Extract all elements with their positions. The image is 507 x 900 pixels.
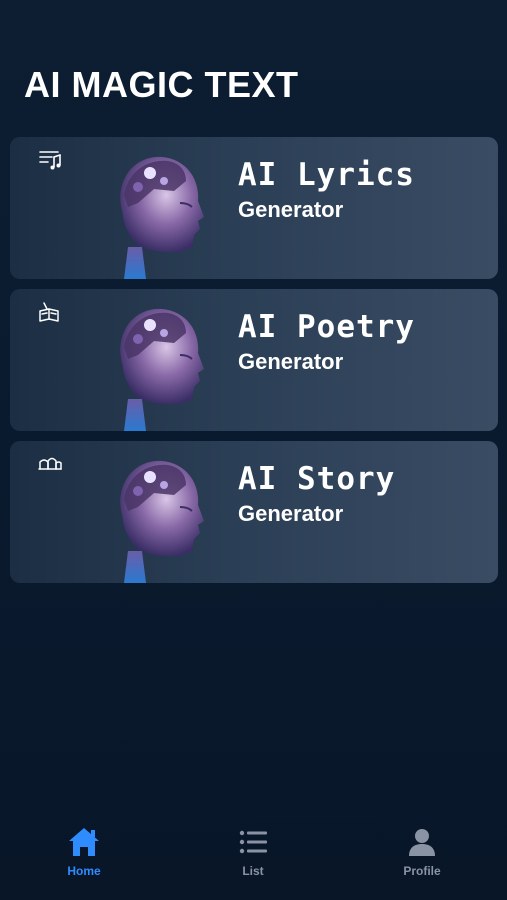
card-poetry-generator[interactable]: AI Poetry Generator [10, 289, 498, 431]
book-quill-icon [38, 301, 62, 323]
card-subtitle: Generator [238, 197, 344, 222]
card-lyrics-generator[interactable]: AI Lyrics Generator [10, 137, 498, 279]
tab-label-list: List [242, 864, 264, 878]
card-title: AI Poetry [238, 309, 415, 345]
bottom-tab-bar: Home List Profile [0, 816, 507, 900]
generator-list: AI Lyrics Generator AI Poetry Generator … [10, 137, 498, 593]
tab-label-profile: Profile [403, 864, 441, 878]
home-icon [69, 828, 99, 856]
tab-list[interactable]: List [193, 816, 313, 900]
tab-label-home: Home [67, 864, 101, 878]
card-story-generator[interactable]: AI Story Generator [10, 441, 498, 583]
list-icon [239, 830, 267, 854]
card-title: AI Lyrics [238, 157, 415, 193]
card-subtitle: Generator [238, 501, 344, 526]
card-title: AI Story [238, 461, 396, 497]
tab-home[interactable]: Home [24, 816, 144, 900]
tab-profile[interactable]: Profile [362, 816, 482, 900]
robot-head-illustration [94, 151, 214, 279]
robot-head-illustration [94, 303, 214, 431]
page-title: AI MAGIC TEXT [24, 64, 299, 105]
card-subtitle: Generator [238, 349, 344, 374]
app-screen: AI MAGIC TEXT AI Lyrics Generator AI Poe… [0, 0, 507, 900]
music-notes-icon [38, 149, 62, 171]
person-icon [409, 829, 435, 856]
robot-head-illustration [94, 455, 214, 583]
castle-icon [38, 453, 62, 475]
